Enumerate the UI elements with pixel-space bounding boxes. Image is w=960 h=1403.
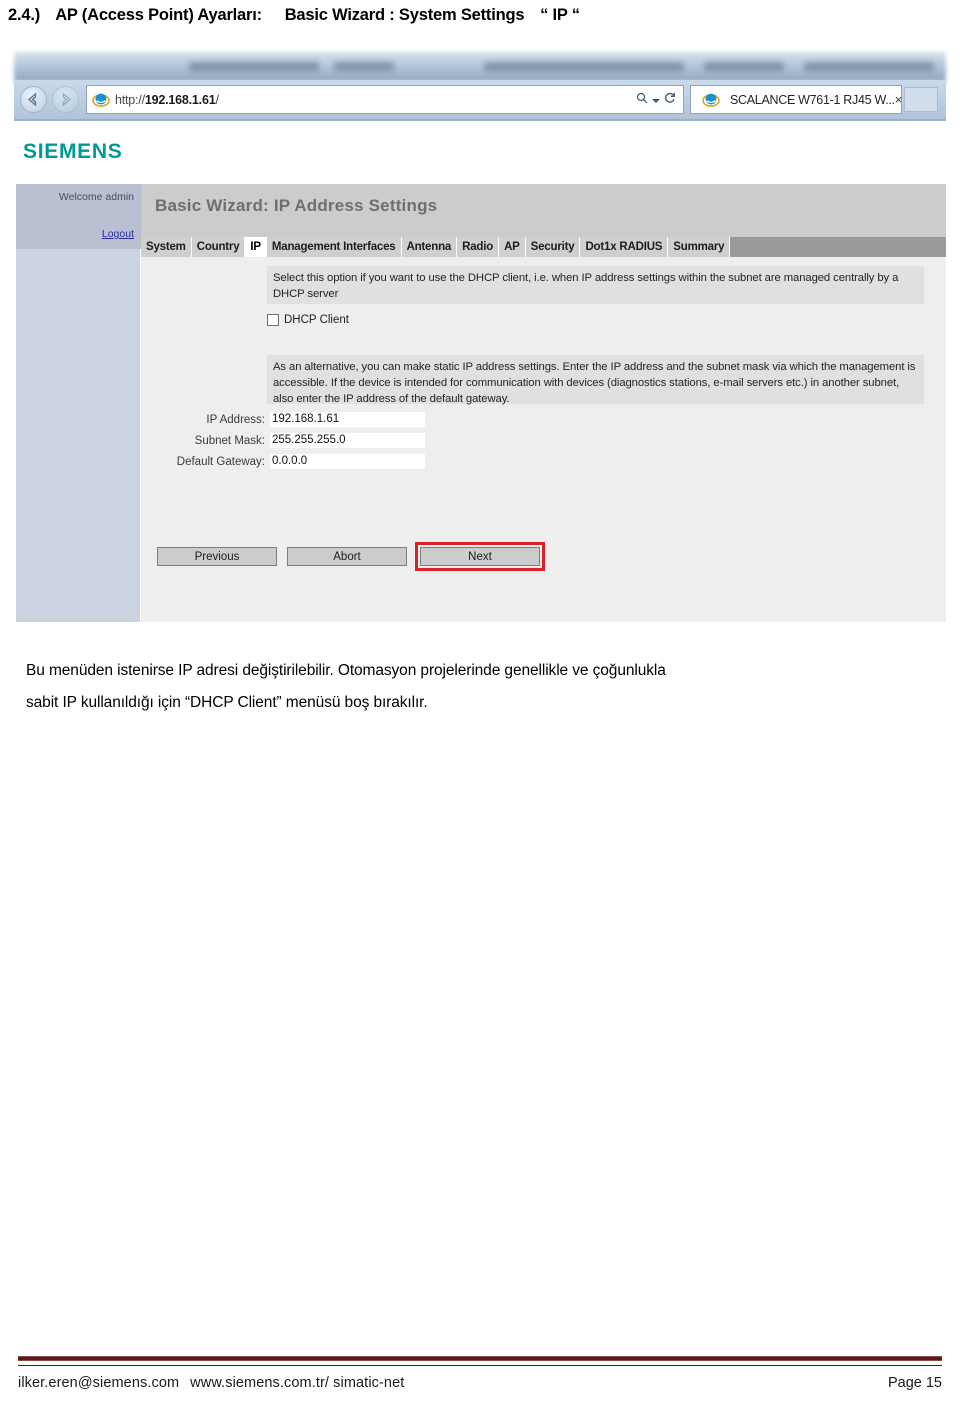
wizard-tab-security[interactable]: Security bbox=[525, 237, 581, 257]
subnet-mask-row: Subnet Mask: 255.255.255.0 bbox=[157, 433, 425, 448]
address-bar-icons bbox=[636, 92, 676, 107]
wizard-tab-bar: System Country IP Management Interfaces Ante… bbox=[141, 237, 946, 257]
body-paragraph: Bu menüden istenirse IP adresi değiştiri… bbox=[26, 655, 940, 719]
logout-link[interactable]: Logout bbox=[102, 228, 134, 240]
content-header: Basic Wizard: IP Address Settings bbox=[141, 184, 946, 237]
wizard-tab-system[interactable]: System bbox=[141, 237, 192, 257]
next-button-highlight: Next bbox=[415, 542, 545, 571]
wizard-tab-label: Security bbox=[530, 241, 575, 253]
wizard-tab-label: System bbox=[146, 241, 186, 253]
wizard-tab-label: Antenna bbox=[406, 241, 452, 253]
footer-email: ilker.eren@siemens.com bbox=[18, 1375, 180, 1391]
chevron-down-icon[interactable] bbox=[652, 92, 660, 107]
wizard-title: Basic Wizard: IP Address Settings bbox=[155, 196, 438, 215]
browser-tab-title: SCALANCE W761-1 RJ45 W... bbox=[730, 92, 895, 107]
close-icon[interactable]: × bbox=[895, 93, 903, 106]
web-page-viewport: SIEMENS Welcome admin Logout Basic Wizar… bbox=[14, 122, 946, 622]
wizard-tab-country[interactable]: Country bbox=[191, 237, 246, 257]
toolbar-divider bbox=[14, 119, 946, 121]
wizard-tab-label: Country bbox=[196, 241, 240, 253]
footer-website: www.siemens.com.tr/ simatic-net bbox=[190, 1375, 405, 1391]
embedded-screenshot: http://192.168.1.61/ SCALANCE W761-1 RJ4… bbox=[8, 52, 952, 624]
siemens-logo: SIEMENS bbox=[23, 140, 123, 163]
heading-quoted: “ IP “ bbox=[540, 6, 580, 24]
wizard-tab-label: AP bbox=[504, 241, 520, 253]
browser-tab[interactable]: SCALANCE W761-1 RJ45 W... × bbox=[690, 85, 902, 114]
search-magnifier-icon[interactable] bbox=[636, 92, 648, 107]
subnet-mask-label: Subnet Mask: bbox=[194, 434, 265, 447]
previous-button[interactable]: Previous bbox=[157, 547, 277, 566]
dhcp-client-checkbox[interactable] bbox=[267, 314, 279, 326]
wizard-tab-antenna[interactable]: Antenna bbox=[401, 237, 458, 257]
footer-divider-thick bbox=[18, 1356, 942, 1361]
back-arrow-icon[interactable] bbox=[20, 86, 47, 113]
wizard-tab-label: Management Interfaces bbox=[271, 241, 396, 253]
window-title-bar bbox=[14, 52, 946, 82]
wizard-tab-ap[interactable]: AP bbox=[499, 237, 526, 257]
subnet-mask-input[interactable]: 255.255.255.0 bbox=[270, 433, 425, 448]
default-gateway-label: Default Gateway: bbox=[176, 455, 265, 468]
static-ip-info-text: As an alternative, you can make static I… bbox=[267, 355, 924, 405]
wizard-tab-summary[interactable]: Summary bbox=[668, 237, 731, 257]
body-paragraph-line-2: sabit IP kullanıldığı için “DHCP Client”… bbox=[26, 693, 428, 711]
wizard-tab-ip[interactable]: IP bbox=[245, 237, 267, 257]
wizard-button-row: Previous Abort Next bbox=[157, 542, 545, 571]
main-content: Basic Wizard: IP Address Settings System… bbox=[141, 184, 946, 622]
wizard-tab-label: Radio bbox=[462, 241, 494, 253]
internet-explorer-icon bbox=[92, 91, 110, 109]
wizard-tab-management-interfaces[interactable]: Management Interfaces bbox=[266, 237, 402, 257]
ip-address-label: IP Address: bbox=[206, 413, 265, 426]
default-gateway-row: Default Gateway: 0.0.0.0 bbox=[157, 454, 425, 469]
ip-address-row: IP Address: 192.168.1.61 bbox=[157, 412, 425, 427]
wizard-tab-label: Dot1x RADIUS bbox=[585, 241, 663, 253]
body-paragraph-line-1: Bu menüden istenirse IP adresi değiştiri… bbox=[26, 662, 666, 679]
new-tab-button[interactable] bbox=[904, 87, 938, 112]
wizard-tab-dot1x-radius[interactable]: Dot1x RADIUS bbox=[580, 237, 669, 257]
abort-button[interactable]: Abort bbox=[287, 547, 407, 566]
refresh-icon[interactable] bbox=[664, 92, 676, 107]
footer-contact: ilker.eren@siemens.com www.siemens.com.tr… bbox=[18, 1375, 404, 1391]
address-bar-url: http://192.168.1.61/ bbox=[115, 92, 219, 107]
page-title: 2.4.) AP (Access Point) Ayarları: Basic … bbox=[8, 6, 952, 25]
welcome-label: Welcome admin bbox=[58, 191, 134, 203]
wizard-panel: Select this option if you want to use th… bbox=[141, 257, 946, 622]
heading-sub: Basic Wizard : System Settings bbox=[284, 6, 525, 24]
sidebar: Welcome admin Logout bbox=[16, 184, 141, 622]
dhcp-info-text: Select this option if you want to use th… bbox=[267, 266, 924, 304]
ip-address-input[interactable]: 192.168.1.61 bbox=[270, 412, 425, 427]
dhcp-client-checkbox-row[interactable]: DHCP Client bbox=[267, 314, 349, 326]
default-gateway-input[interactable]: 0.0.0.0 bbox=[270, 454, 425, 469]
browser-toolbar: http://192.168.1.61/ SCALANCE W761-1 RJ4… bbox=[14, 80, 946, 120]
heading-number: 2.4.) bbox=[8, 6, 41, 24]
next-button[interactable]: Next bbox=[420, 547, 540, 566]
dhcp-client-label: DHCP Client bbox=[284, 314, 349, 326]
wizard-tab-label: Summary bbox=[673, 241, 725, 253]
wizard-tab-radio[interactable]: Radio bbox=[457, 237, 500, 257]
internet-explorer-icon bbox=[702, 91, 720, 109]
footer-page-number: Page 15 bbox=[887, 1375, 942, 1391]
address-bar[interactable]: http://192.168.1.61/ bbox=[86, 85, 684, 114]
footer-divider-thin bbox=[18, 1365, 942, 1366]
heading-main: AP (Access Point) Ayarları: bbox=[55, 6, 262, 24]
wizard-tab-label: IP bbox=[250, 241, 261, 253]
forward-arrow-icon[interactable] bbox=[52, 86, 79, 113]
